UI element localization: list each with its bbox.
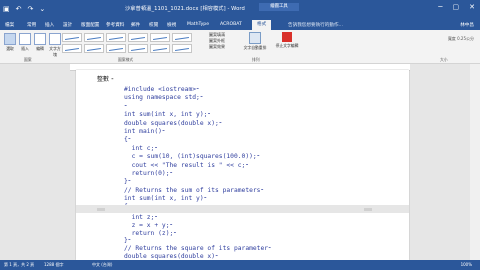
title-bar: ▣ ↶ ↷ ⌄ 沙拿普頓溫_1101_1021.docx [相容模式] - Wo… <box>0 0 480 20</box>
tab-acrobat[interactable]: ACROBAT <box>220 22 242 27</box>
insert-button[interactable]: 插入 <box>18 33 32 52</box>
textbox-icon <box>49 33 61 45</box>
code-line: int c;⁃ <box>124 144 158 152</box>
style-swatch[interactable] <box>172 44 192 53</box>
code-line: int sum(int x, int y)⁃ <box>124 195 207 203</box>
tab-format[interactable]: 格式 <box>252 20 272 30</box>
style-swatch[interactable] <box>128 44 148 53</box>
status-bar: 第 1 頁，共 2 頁 1288 個字 中文 (台灣) 100% <box>0 260 480 270</box>
tab-design[interactable]: 設計 <box>63 22 72 28</box>
code-line: // Returns the square of its parameter⁃ <box>124 245 272 253</box>
redo-icon[interactable]: ↷ <box>28 4 34 14</box>
tab-insert[interactable]: 插入 <box>45 22 54 28</box>
language[interactable]: 中文 (台灣) <box>92 260 112 270</box>
size-readout: 寬度 0.25公分 <box>447 36 474 41</box>
group-label: 排列 <box>252 57 260 62</box>
zoom-level[interactable]: 100% <box>461 260 472 270</box>
code-line: c = sum(10, (int)squares(100.0));⁃ <box>124 153 260 161</box>
code-line: ⁃ <box>124 102 128 110</box>
style-swatch[interactable] <box>128 33 148 42</box>
stop-editing-button[interactable]: 停止文字編輯 <box>272 32 302 49</box>
code-line: return (z);⁃ <box>124 229 177 237</box>
page-corner-mark <box>97 208 105 211</box>
code-line: return(0);⁃ <box>124 169 173 177</box>
ribbon-tabs: 檔案 常用 插入 設計 版面配置 參考資料 郵件 校閱 檢視 MathType … <box>0 20 480 30</box>
customize-qat-icon[interactable]: ⌄ <box>39 4 45 14</box>
code-line: {⁃ <box>124 136 131 144</box>
tab-mailings[interactable]: 郵件 <box>131 22 140 28</box>
code-line: z = x + y;⁃ <box>124 221 173 229</box>
style-swatch[interactable] <box>84 33 104 42</box>
edit-button[interactable]: 編輯 <box>33 33 47 52</box>
tab-layout[interactable]: 版面配置 <box>81 22 99 28</box>
document-title: 沙拿普頓溫_1101_1021.docx [相容模式] - Word <box>125 6 245 12</box>
style-swatch[interactable] <box>106 44 126 53</box>
window-controls: ─ ▢ ✕ <box>438 3 475 11</box>
code-line: int z;⁃ <box>124 214 158 221</box>
undo-icon[interactable]: ↶ <box>16 4 22 14</box>
page-count[interactable]: 第 1 頁，共 2 頁 <box>4 260 34 270</box>
select-button[interactable]: 選取 <box>3 33 17 52</box>
code-line: int sum(int x, int y);⁃ <box>124 111 211 119</box>
code-block-page2: int z;⁃ z = x + y;⁃ return (z);⁃}⁃// Ret… <box>124 214 271 261</box>
style-swatch[interactable] <box>84 44 104 53</box>
code-line: double squares(double x);⁃ <box>124 119 222 127</box>
page-corner-mark <box>364 208 372 211</box>
page-break <box>76 205 409 213</box>
user-name[interactable]: 林中昌 <box>460 22 474 28</box>
style-swatch[interactable] <box>172 33 192 42</box>
left-margin-area <box>0 64 70 260</box>
tell-me-search[interactable]: 告訴我您想要執行的動作... <box>288 22 343 28</box>
code-line: cout << "The result is " << c;⁃ <box>124 161 249 169</box>
style-swatch[interactable] <box>106 33 126 42</box>
document-heading: 整數 ⁃ <box>97 76 114 83</box>
textbox-button[interactable]: 文字方塊 <box>48 33 62 58</box>
context-tab-label: 繪圖工具 <box>259 3 299 11</box>
insert-shape-icon <box>19 33 31 45</box>
tab-references[interactable]: 參考資料 <box>106 22 124 28</box>
wrap-text-icon <box>249 32 261 44</box>
select-icon <box>4 33 16 45</box>
code-line: }⁃ <box>124 178 131 186</box>
code-line: int main()⁃ <box>124 127 166 135</box>
quick-access-toolbar: ▣ ↶ ↷ ⌄ <box>3 4 45 14</box>
maximize-button[interactable]: ▢ <box>453 3 460 11</box>
group-label: 大小 <box>440 57 448 62</box>
close-button[interactable]: ✕ <box>469 3 475 11</box>
code-line: }⁃ <box>124 237 131 245</box>
style-swatch[interactable] <box>150 33 170 42</box>
group-label: 圖案 <box>24 57 32 62</box>
shape-effects-button[interactable]: 圖案效果 <box>209 44 225 50</box>
style-swatch[interactable] <box>150 44 170 53</box>
group-label: 圖案樣式 <box>118 57 134 62</box>
tab-home[interactable]: 常用 <box>27 22 36 28</box>
code-block: #include <iostream>⁃ using namespace std;… <box>124 86 264 212</box>
tab-mathtype[interactable]: MathType <box>187 22 209 27</box>
tab-view[interactable]: 檢視 <box>167 22 176 28</box>
wrap-text-button[interactable]: 文字自動重排 <box>240 32 270 51</box>
code-line: // Returns the sum of its parameters⁃ <box>124 186 264 194</box>
style-swatch[interactable] <box>62 33 82 42</box>
shape-style-gallery[interactable] <box>62 33 192 53</box>
word-count[interactable]: 1288 個字 <box>44 260 63 270</box>
close-x-icon <box>282 32 292 42</box>
shape-format-options: 圖案填滿 圖案外框 圖案效果 <box>209 32 225 50</box>
code-line: #include <iostream>⁃ <box>124 86 200 93</box>
style-swatch[interactable] <box>62 44 82 53</box>
tab-file[interactable]: 檔案 <box>5 22 14 28</box>
vertical-scrollbar[interactable] <box>470 64 480 260</box>
minimize-button[interactable]: ─ <box>438 3 442 11</box>
save-icon[interactable]: ▣ <box>3 4 10 14</box>
edit-shape-icon <box>34 33 46 45</box>
tab-review[interactable]: 校閱 <box>149 22 158 28</box>
code-line: using namespace std;⁃ <box>124 94 203 102</box>
